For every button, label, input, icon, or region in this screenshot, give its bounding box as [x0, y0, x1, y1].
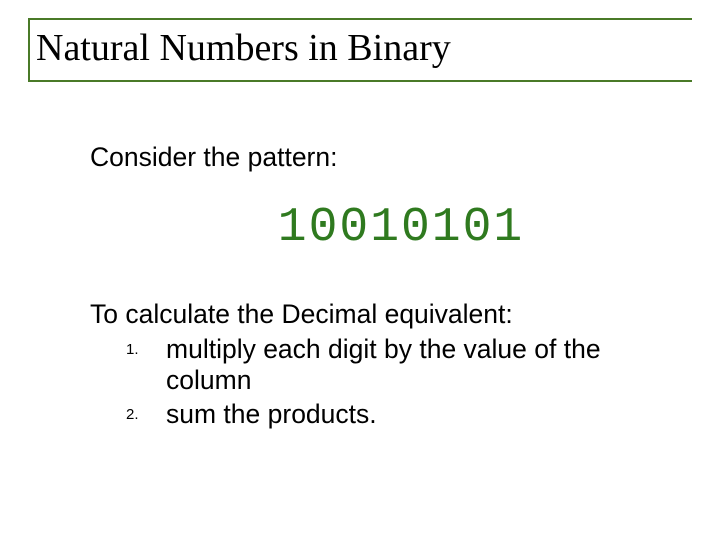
title-frame: Natural Numbers in Binary	[28, 18, 692, 82]
step-number: 1.	[126, 341, 139, 359]
step-text: multiply each digit by the value of the …	[166, 334, 601, 395]
binary-number: 10010101	[150, 201, 652, 255]
slide-title: Natural Numbers in Binary	[36, 26, 692, 70]
steps-list: 1. multiply each digit by the value of t…	[90, 334, 652, 430]
list-item: 2. sum the products.	[126, 399, 652, 430]
list-item: 1. multiply each digit by the value of t…	[126, 334, 652, 397]
lead-text: Consider the pattern:	[90, 142, 652, 173]
slide: Natural Numbers in Binary Consider the p…	[0, 0, 720, 540]
step-text: sum the products.	[166, 399, 377, 429]
step-number: 2.	[126, 406, 139, 424]
content-area: Consider the pattern: 10010101 To calcul…	[28, 142, 692, 430]
calc-lead-text: To calculate the Decimal equivalent:	[90, 299, 652, 330]
